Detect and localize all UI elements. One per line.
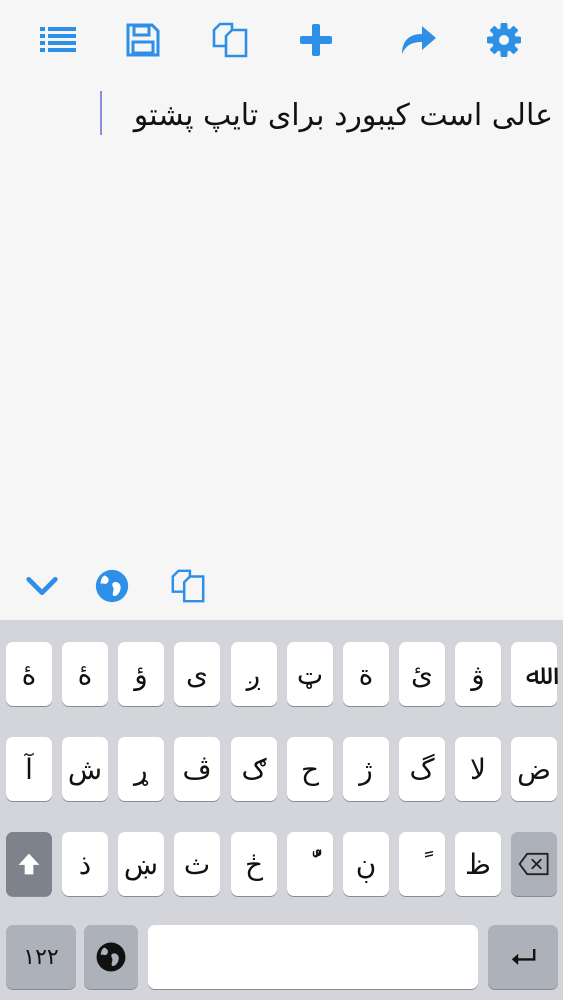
return-key[interactable] — [488, 925, 558, 989]
key[interactable]: ش — [62, 737, 108, 801]
list-button[interactable] — [36, 18, 80, 62]
save-icon — [126, 23, 160, 57]
share-icon — [402, 26, 436, 54]
key[interactable]: ۀ — [62, 642, 108, 706]
save-button[interactable] — [121, 18, 165, 62]
delete-key[interactable] — [511, 832, 557, 896]
share-button[interactable] — [396, 18, 440, 62]
key[interactable]: ذ — [62, 832, 108, 896]
key[interactable]: ګ — [231, 737, 277, 801]
key[interactable]: ظ — [455, 832, 501, 896]
shift-key[interactable] — [6, 832, 52, 896]
shift-arrow-icon — [18, 853, 40, 875]
list-icon — [40, 27, 76, 52]
key[interactable]: ړ — [118, 737, 164, 801]
key[interactable]: ټ — [287, 642, 333, 706]
key[interactable]: ً — [399, 832, 445, 896]
key[interactable]: ڹ — [343, 832, 389, 896]
language-button[interactable] — [90, 564, 134, 608]
return-arrow-icon — [511, 949, 536, 965]
gear-icon — [487, 23, 521, 57]
chevron-down-icon — [26, 576, 58, 596]
key[interactable]: ث — [174, 832, 220, 896]
backspace-icon — [518, 852, 549, 876]
top-toolbar — [0, 0, 563, 78]
add-button[interactable] — [294, 18, 338, 62]
copy-button[interactable] — [208, 18, 252, 62]
key[interactable]: ڂ — [231, 832, 277, 896]
pashto-keyboard: ﷲ ۋ ئ ة ټ ږ ی ؤ ۀ ۀ ض لا گ ژ ح ګ ڤ ړ ش آ… — [0, 620, 563, 1000]
copy-icon — [171, 569, 205, 603]
key[interactable]: ض — [511, 737, 557, 801]
numbers-key[interactable]: ۱۲۲ — [6, 925, 76, 989]
key[interactable]: ئ — [399, 642, 445, 706]
globe-icon — [95, 569, 129, 603]
text-editor[interactable]: عالی است کیبورد برای تایپ پشتو — [0, 78, 563, 548]
key[interactable]: ح — [287, 737, 333, 801]
key[interactable]: ښ — [118, 832, 164, 896]
key[interactable]: ژ — [343, 737, 389, 801]
editor-text[interactable]: عالی است کیبورد برای تایپ پشتو — [100, 92, 553, 140]
settings-button[interactable] — [482, 18, 526, 62]
key[interactable]: ږ — [231, 642, 277, 706]
copy-all-button[interactable] — [166, 564, 210, 608]
key[interactable]: ۀ — [6, 642, 52, 706]
key[interactable]: آ — [6, 737, 52, 801]
space-key[interactable] — [148, 925, 478, 989]
key[interactable]: ﷲ — [511, 642, 557, 706]
key[interactable]: ڤ — [174, 737, 220, 801]
key[interactable]: ۋ — [455, 642, 501, 706]
key[interactable]: ی — [174, 642, 220, 706]
key[interactable]: لا — [455, 737, 501, 801]
globe-icon — [96, 942, 126, 972]
copy-icon — [212, 22, 248, 58]
key[interactable]: ة — [343, 642, 389, 706]
key[interactable]: ؤ — [118, 642, 164, 706]
globe-key[interactable] — [84, 925, 138, 989]
plus-icon — [300, 24, 332, 56]
keyboard-accessory-bar — [0, 548, 563, 620]
key[interactable]: گ — [399, 737, 445, 801]
hide-keyboard-button[interactable] — [20, 564, 64, 608]
key[interactable]: ٌّ — [287, 832, 333, 896]
